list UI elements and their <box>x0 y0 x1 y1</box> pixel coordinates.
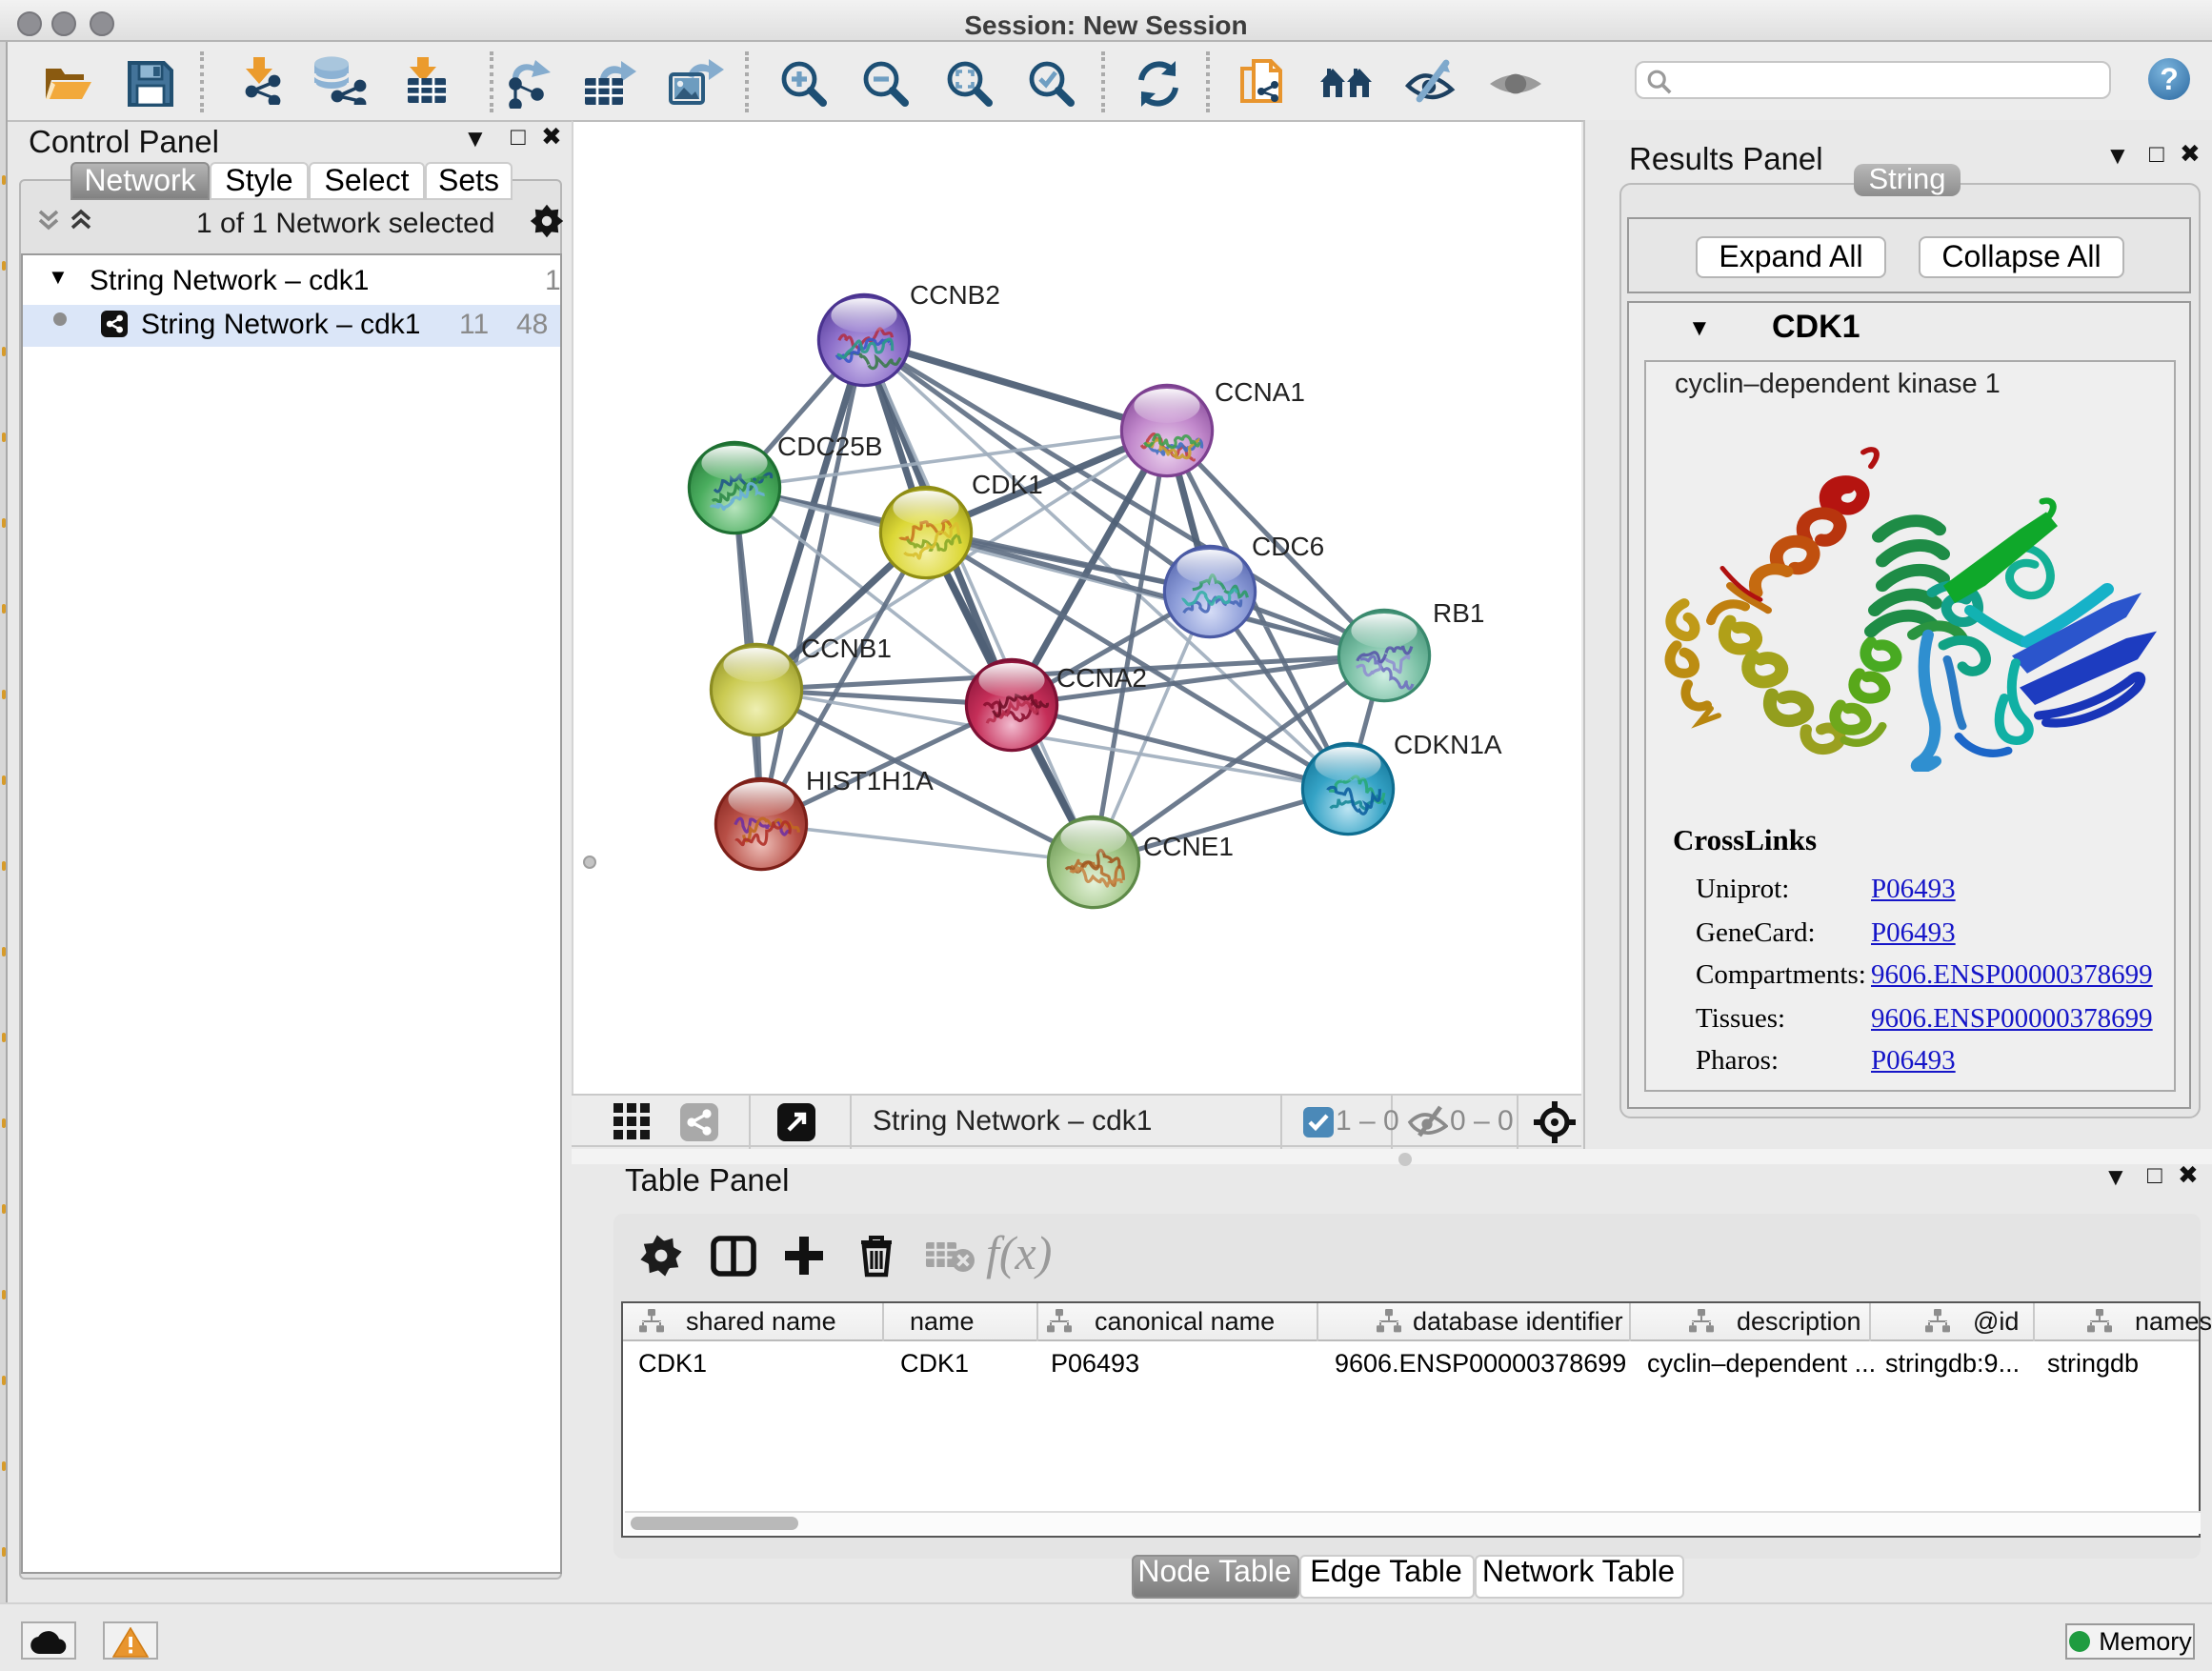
svg-text:CDKN1A: CDKN1A <box>1394 729 1502 758</box>
svg-text:CCNE1: CCNE1 <box>1143 831 1234 860</box>
svg-text:CCNB1: CCNB1 <box>801 633 892 662</box>
svg-text:CDC25B: CDC25B <box>777 431 882 460</box>
svg-text:CDK1: CDK1 <box>972 469 1043 498</box>
svg-text:CDC6: CDC6 <box>1252 531 1324 560</box>
svg-text:HIST1H1A: HIST1H1A <box>806 765 934 795</box>
svg-text:?: ? <box>2160 62 2179 96</box>
svg-text:CCNB2: CCNB2 <box>910 279 1000 309</box>
svg-text:RB1: RB1 <box>1433 597 1484 627</box>
svg-text:CCNA1: CCNA1 <box>1215 376 1305 406</box>
svg-text:CCNA2: CCNA2 <box>1056 662 1147 692</box>
